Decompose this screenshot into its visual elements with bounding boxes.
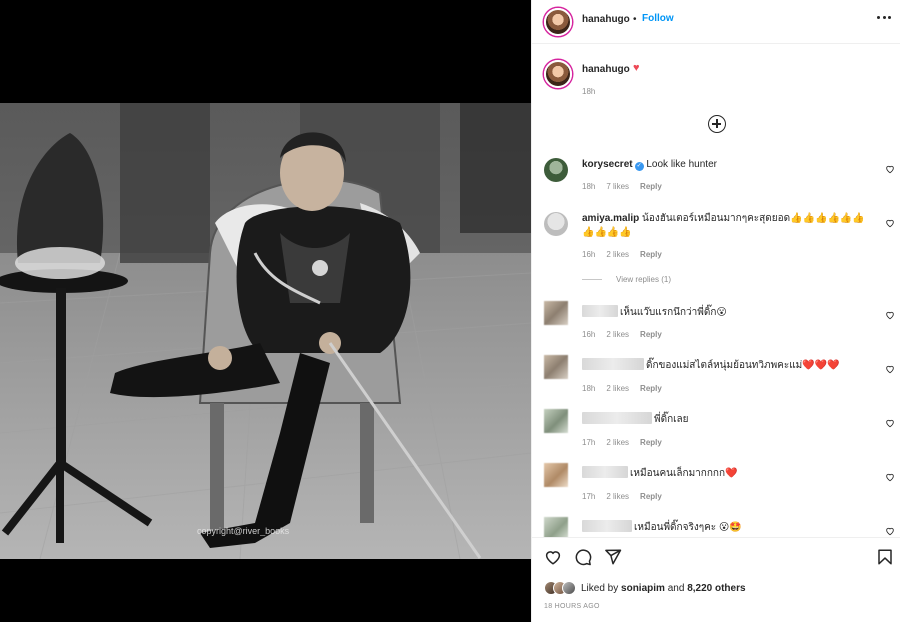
author-username[interactable]: hanahugo: [582, 14, 630, 25]
view-replies-button[interactable]: View replies (1): [582, 275, 671, 284]
comment-likes[interactable]: 2 likes: [606, 492, 629, 501]
comment-body: เหมือนพี่ดิ๊กจริงๆคะ 😮🤩: [582, 520, 872, 535]
post-actions: Liked by soniapim and 8,220 others 18 HO…: [532, 537, 900, 622]
bookmark-icon[interactable]: [876, 548, 894, 566]
caption-time: 18h: [582, 87, 596, 96]
author-avatar[interactable]: [544, 8, 572, 36]
replies-divider: [582, 279, 602, 280]
comment-likes[interactable]: 2 likes: [606, 250, 629, 259]
comment-body: ดิ๊กของแม่สไตล์หนุ่มย้อนทวิภพคะแม่❤️❤️❤️: [582, 358, 872, 373]
comment-time: 18h: [582, 182, 596, 191]
photo-illustration: [0, 103, 531, 559]
comment-meta: 16h 2 likes Reply: [582, 330, 662, 339]
post-photo[interactable]: copyright@river_books: [0, 103, 531, 559]
liked-by-and: and: [667, 582, 685, 594]
comment-text: Look like hunter: [646, 159, 717, 170]
reply-button[interactable]: Reply: [640, 384, 662, 393]
commenter-avatar[interactable]: [544, 301, 568, 325]
verified-badge-icon: ✓: [634, 162, 644, 171]
commenter-username[interactable]: korysecret: [582, 159, 633, 170]
hidden-username: [582, 466, 628, 478]
hidden-username: [582, 358, 644, 370]
reply-button[interactable]: Reply: [640, 330, 662, 339]
comment-time: 16h: [582, 330, 596, 339]
liked-by-row: Liked by soniapim and 8,220 others: [544, 581, 746, 595]
follow-button[interactable]: Follow: [642, 13, 674, 24]
comment-body: เห็นแว๊บแรกนึกว่าพี่ดิ๊ก😮: [582, 305, 872, 320]
comment-time: 17h: [582, 438, 596, 447]
comment-heart-icon[interactable]: [885, 472, 895, 482]
comment-likes[interactable]: 2 likes: [606, 438, 629, 447]
commenter-avatar[interactable]: [544, 158, 568, 182]
liked-by-others[interactable]: 8,220 others: [687, 583, 745, 594]
comment-text: เห็นแว๊บแรกนึกว่าพี่ดิ๊ก😮: [620, 307, 727, 318]
liked-by-prefix: Liked by: [581, 582, 619, 594]
comment-likes[interactable]: 2 likes: [606, 384, 629, 393]
comment-meta: 17h 2 likes Reply: [582, 438, 662, 447]
liked-by-user[interactable]: soniapim: [621, 583, 665, 594]
share-icon[interactable]: [604, 548, 622, 566]
comment-heart-icon[interactable]: [885, 310, 895, 320]
reply-button[interactable]: Reply: [640, 182, 662, 191]
comment-time: 16h: [582, 250, 596, 259]
caption-username[interactable]: hanahugo: [582, 64, 630, 75]
comment-body: เหมือนคนเล็กมากกกก❤️: [582, 466, 872, 481]
reply-button[interactable]: Reply: [640, 492, 662, 501]
comment-heart-icon[interactable]: [885, 218, 895, 228]
comment-meta: 18h 7 likes Reply: [582, 182, 662, 191]
comment-time: 17h: [582, 492, 596, 501]
commenter-avatar[interactable]: [544, 355, 568, 379]
hidden-username: [582, 305, 618, 317]
hidden-username: [582, 412, 652, 424]
commenter-avatar[interactable]: [544, 212, 568, 236]
liked-by-text: Liked by soniapim and 8,220 others: [581, 583, 746, 594]
comment-icon[interactable]: [574, 548, 592, 566]
comment-text: เหมือนพี่ดิ๊กจริงๆคะ 😮🤩: [634, 522, 742, 533]
comment-time: 18h: [582, 384, 596, 393]
comment-body: amiya.malip น้องฮันเตอร์เหมือนมากๆคะสุดย…: [582, 212, 872, 240]
reply-button[interactable]: Reply: [640, 438, 662, 447]
header-separator: •: [633, 14, 637, 25]
hidden-username: [582, 520, 632, 532]
instagram-post-view: copyright@river_books hanahugo • Follow …: [0, 0, 900, 622]
post-side-panel: hanahugo • Follow hanahugo ♥ 18h korysec…: [531, 0, 900, 622]
commenter-avatar[interactable]: [544, 517, 568, 537]
view-replies-label[interactable]: View replies (1): [616, 275, 671, 284]
commenter-avatar[interactable]: [544, 463, 568, 487]
comment-text: พี่ดิ๊กเลย: [654, 414, 689, 425]
commenter-username[interactable]: amiya.malip: [582, 213, 639, 224]
media-pane: copyright@river_books: [0, 0, 531, 622]
comment-meta: 17h 2 likes Reply: [582, 492, 662, 501]
comment-heart-icon[interactable]: [885, 418, 895, 428]
caption-avatar[interactable]: [544, 60, 572, 88]
comment-likes[interactable]: 2 likes: [606, 330, 629, 339]
reply-button[interactable]: Reply: [640, 250, 662, 259]
photo-watermark: copyright@river_books: [197, 526, 290, 536]
plus-circle-icon[interactable]: [708, 115, 726, 133]
comment-meta: 16h 2 likes Reply: [582, 250, 662, 259]
comment-text: ดิ๊กของแม่สไตล์หนุ่มย้อนทวิภพคะแม่❤️❤️❤️: [646, 360, 840, 371]
commenter-avatar[interactable]: [544, 409, 568, 433]
post-header: hanahugo • Follow: [532, 0, 900, 44]
comment-body: พี่ดิ๊กเลย: [582, 412, 872, 427]
comment-likes[interactable]: 7 likes: [606, 182, 629, 191]
comment-meta: 18h 2 likes Reply: [582, 384, 662, 393]
comment-body: korysecret ✓ Look like hunter: [582, 158, 872, 172]
comments-list[interactable]: hanahugo ♥ 18h korysecret ✓ Look like hun…: [532, 45, 900, 537]
comment-text: เหมือนคนเล็กมากกกก❤️: [630, 468, 738, 479]
caption-heart-emoji: ♥: [633, 62, 640, 74]
comment-heart-icon[interactable]: [885, 164, 895, 174]
heart-icon[interactable]: [544, 548, 562, 566]
comment-heart-icon[interactable]: [885, 364, 895, 374]
liker-avatar[interactable]: [562, 581, 576, 595]
post-timestamp[interactable]: 18 HOURS AGO: [544, 603, 600, 610]
comment-heart-icon[interactable]: [885, 526, 895, 536]
more-icon[interactable]: [877, 16, 891, 20]
